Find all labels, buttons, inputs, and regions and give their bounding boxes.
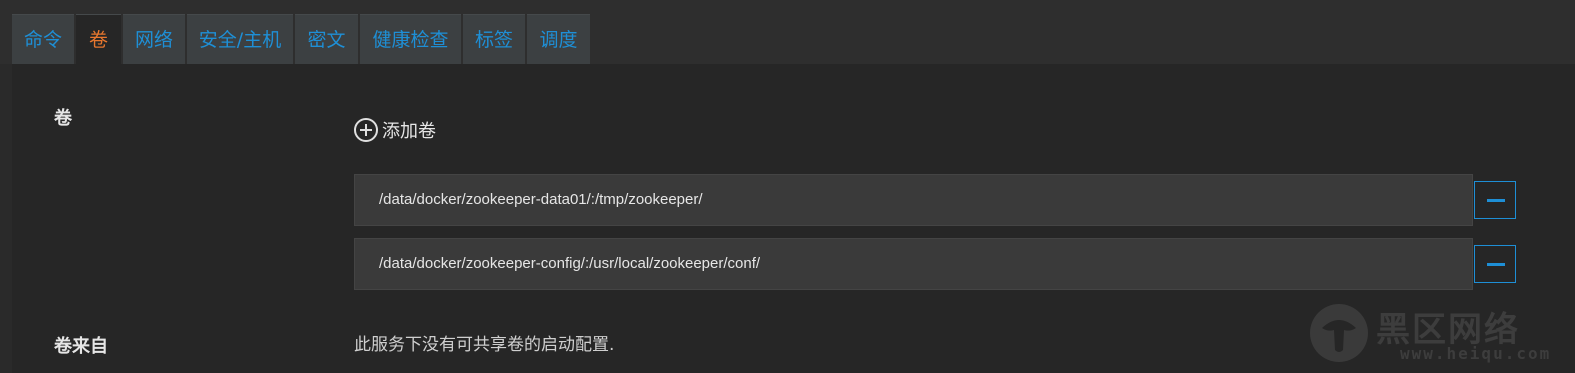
tab-secrets[interactable]: 密文 bbox=[295, 14, 358, 65]
tab-strip: 命令 卷 网络 安全/主机 密文 健康检查 标签 调度 bbox=[0, 0, 1575, 66]
tab-security-host[interactable]: 安全/主机 bbox=[187, 14, 293, 65]
tab-network[interactable]: 网络 bbox=[123, 14, 185, 65]
minus-icon bbox=[1487, 199, 1505, 202]
watermark-logo-icon bbox=[1310, 304, 1368, 362]
tab-labels[interactable]: 标签 bbox=[463, 14, 525, 65]
watermark-url: www.heiqu.com bbox=[1400, 344, 1552, 363]
tab-commands[interactable]: 命令 bbox=[12, 14, 74, 65]
volumes-from-label: 卷来自 bbox=[54, 336, 108, 357]
volume-input[interactable]: /data/docker/zookeeper-data01/:/tmp/zook… bbox=[354, 174, 1473, 226]
minus-icon bbox=[1487, 263, 1505, 266]
watermark: 黑区网络 www.heiqu.com bbox=[1310, 302, 1560, 363]
app-root: 命令 卷 网络 安全/主机 密文 健康检查 标签 调度 卷 添加卷 /data/… bbox=[0, 0, 1575, 373]
tab-scheduling[interactable]: 调度 bbox=[527, 14, 590, 65]
tab-volumes[interactable]: 卷 bbox=[76, 14, 121, 66]
volumes-label: 卷 bbox=[54, 108, 72, 129]
tab-health-check[interactable]: 健康检查 bbox=[360, 14, 461, 65]
remove-volume-button[interactable] bbox=[1474, 181, 1516, 219]
no-shared-volumes-message: 此服务下没有可共享卷的启动配置. bbox=[354, 335, 615, 355]
plus-circle-icon bbox=[354, 118, 378, 142]
add-volume-button[interactable]: 添加卷 bbox=[354, 117, 436, 143]
add-volume-label: 添加卷 bbox=[382, 121, 436, 142]
remove-volume-button[interactable] bbox=[1474, 245, 1516, 283]
volume-input[interactable]: /data/docker/zookeeper-config/:/usr/loca… bbox=[354, 238, 1473, 290]
